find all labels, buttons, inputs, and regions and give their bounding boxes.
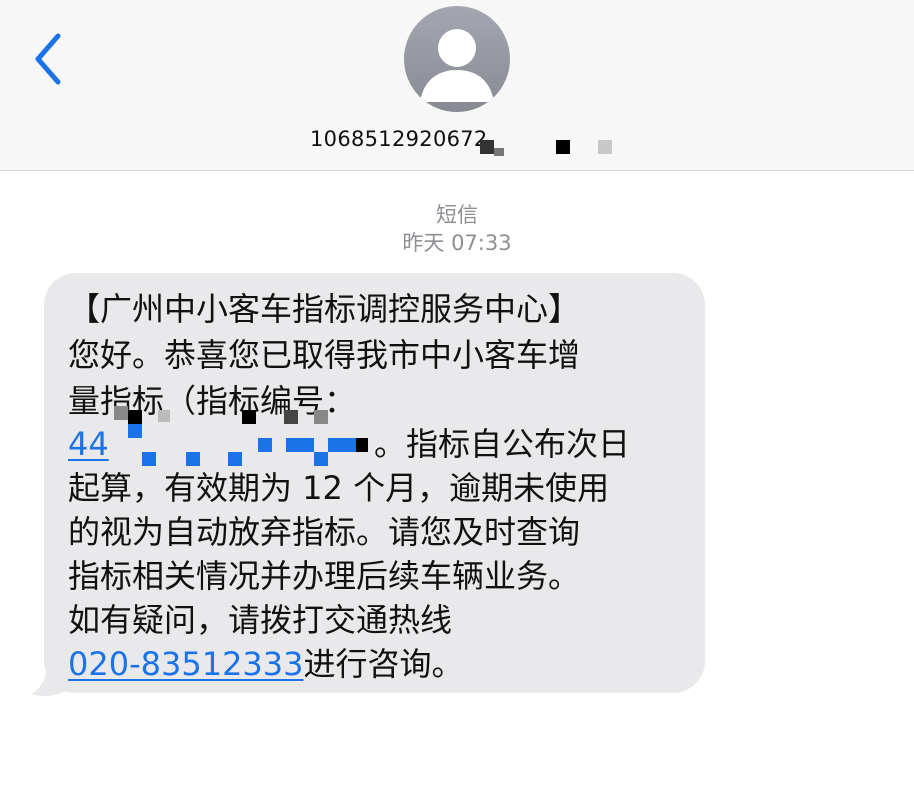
redaction-mosaic <box>286 438 314 452</box>
redaction-mosaic <box>258 438 272 452</box>
redaction-mosaic <box>494 148 504 156</box>
message-line: 起算，有效期为 12 个月，逾期未使用 <box>68 469 610 507</box>
conversation-header: 1068512920672 <box>0 0 914 171</box>
contact-name-row[interactable]: 1068512920672 <box>310 124 488 154</box>
redaction-mosaic <box>242 410 256 424</box>
redaction-mosaic <box>142 452 156 466</box>
redaction-mosaic <box>556 140 570 154</box>
message-line: 44 <box>68 422 109 466</box>
message-line: 您好。恭喜您已取得我市中小客车增 <box>68 336 581 374</box>
redaction-mosaic <box>598 140 612 154</box>
message-line: 的视为自动放弃指标。请您及时查询 <box>68 513 581 551</box>
redaction-mosaic <box>284 410 298 424</box>
plate-index-link[interactable]: 44 <box>68 425 109 463</box>
redaction-mosaic <box>314 452 328 466</box>
message-line-suffix: 进行咨询。 <box>303 645 464 683</box>
contact-number: 1068512920672 <box>310 127 488 151</box>
redaction-mosaic <box>128 424 142 438</box>
message-line: 020-83512333进行咨询。 <box>68 642 464 686</box>
redaction-mosaic <box>186 452 200 466</box>
message-line: 【广州中小客车指标调控服务中心】 <box>68 290 581 328</box>
message-line: 如有疑问，请拨打交通热线 <box>68 601 453 639</box>
message-type-label: 短信 <box>436 203 478 227</box>
redaction-mosaic <box>114 406 128 420</box>
hotline-phone-link[interactable]: 020-83512333 <box>68 645 304 683</box>
redaction-mosaic <box>128 410 142 424</box>
message-line: 量指标（指标编号： <box>68 382 357 420</box>
redaction-mosaic <box>356 438 368 452</box>
messages-screen: 1068512920672 短信 昨天 07:33 【广州中小客车指标调控服务中… <box>0 0 914 800</box>
redaction-mosaic <box>228 452 242 466</box>
person-silhouette-icon <box>420 29 494 102</box>
redaction-mosaic <box>480 140 494 154</box>
back-button[interactable] <box>22 28 72 88</box>
redaction-mosaic <box>158 410 170 422</box>
redaction-mosaic <box>328 438 356 452</box>
message-line: 指标相关情况并办理后续车辆业务。 <box>68 557 581 595</box>
message-line: 。指标自公布次日 <box>374 425 631 463</box>
chevron-left-icon <box>35 33 61 85</box>
avatar[interactable] <box>404 6 510 112</box>
redaction-mosaic <box>314 410 328 424</box>
message-timestamp: 昨天 07:33 <box>402 231 512 255</box>
